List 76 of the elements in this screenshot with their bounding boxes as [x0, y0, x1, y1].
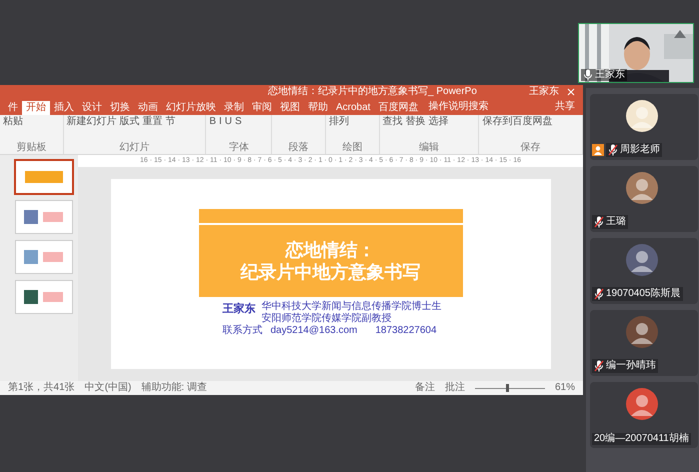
- ribbon-button[interactable]: U: [224, 116, 232, 128]
- affiliation-text: 安阳师范学院传媒学院副教授: [262, 313, 392, 324]
- slide-title: 恋地情结：: [286, 239, 376, 261]
- mic-icon: [583, 69, 593, 81]
- zoom-level: 61%: [554, 383, 575, 393]
- user-name: 王家东: [529, 87, 559, 97]
- ribbon-button[interactable]: 版式: [120, 116, 140, 128]
- ribbon-tab[interactable]: 动画: [134, 101, 162, 115]
- zoom-slider[interactable]: [474, 384, 545, 392]
- participant-name: 编一孙晴玮: [606, 361, 656, 371]
- contact-label: 联系方式: [222, 325, 262, 337]
- notes-button[interactable]: 备注: [414, 383, 435, 393]
- ribbon-tab[interactable]: 切换: [106, 101, 134, 115]
- ribbon-button[interactable]: 保存到百度网盘: [482, 116, 552, 128]
- group-label: 剪贴板: [15, 143, 48, 153]
- ribbon-button[interactable]: 查找: [382, 116, 403, 128]
- ribbon-tab[interactable]: 审阅: [248, 101, 276, 115]
- ribbon-tab[interactable]: Acrobat: [332, 101, 374, 115]
- avatar-icon: [626, 316, 658, 348]
- window-title: 恋地情结：纪录片中的地方意象书写_ PowerPo: [268, 87, 477, 97]
- participant-name: 20编—20070411胡楠: [594, 434, 689, 444]
- avatar-icon: [626, 388, 658, 420]
- close-icon[interactable]: [567, 88, 575, 96]
- slide-thumbnail[interactable]: [16, 241, 72, 273]
- participant-tile[interactable]: 编一孙晴玮: [590, 310, 698, 376]
- participant-tile[interactable]: 王璐: [590, 166, 698, 232]
- ribbon-button[interactable]: 节: [166, 116, 176, 128]
- group-label: 绘图: [341, 143, 364, 153]
- avatar-icon: [626, 100, 658, 132]
- search-field[interactable]: 操作说明搜索: [428, 102, 488, 112]
- participant-tile[interactable]: 周影老师: [590, 94, 698, 160]
- participant-tile[interactable]: 20编—20070411胡楠: [590, 382, 698, 448]
- comments-button[interactable]: 批注: [444, 383, 465, 393]
- participant-name: 19070405陈斯晨: [606, 289, 680, 299]
- ribbon-button[interactable]: 排列: [328, 116, 349, 128]
- ribbon-tab[interactable]: 视图: [276, 101, 304, 115]
- ribbon-button[interactable]: 选择: [428, 116, 449, 128]
- slide-title: 纪录片中地方意象书写: [240, 261, 420, 283]
- slide-thumbnail[interactable]: [16, 201, 72, 233]
- ribbon-tab[interactable]: 帮助: [304, 101, 332, 115]
- ribbon-button[interactable]: B: [209, 116, 216, 128]
- ribbon-tab[interactable]: 开始: [22, 101, 50, 115]
- ribbon-button[interactable]: I: [218, 116, 222, 128]
- participant-tile[interactable]: 19070405陈斯晨: [590, 238, 698, 304]
- ribbon-button[interactable]: S: [235, 116, 242, 128]
- ribbon-tab[interactable]: 录制: [220, 101, 248, 115]
- author-name: 王家东: [222, 302, 256, 317]
- participant-name: 王家东: [595, 70, 625, 80]
- group-label: 保存: [520, 143, 542, 153]
- affiliation-text: 华中科技大学新闻与信息传播学院博士生: [262, 301, 442, 312]
- ribbon-tab[interactable]: 百度网盘: [374, 101, 422, 115]
- participant-name: 周影老师: [620, 145, 660, 155]
- ribbon-tab[interactable]: 设计: [78, 101, 106, 115]
- ribbon-tab[interactable]: 插入: [50, 101, 78, 115]
- group-label: 段落: [288, 143, 310, 153]
- group-label: 编辑: [418, 143, 440, 153]
- phone-text: 18738227604: [375, 325, 437, 337]
- slide-thumbnail[interactable]: [16, 161, 72, 193]
- participant-name: 王璐: [606, 217, 626, 227]
- ribbon-button[interactable]: 重置: [142, 116, 163, 128]
- ribbon-button[interactable]: 粘贴: [3, 116, 23, 128]
- slide-thumbnail[interactable]: [16, 281, 72, 313]
- email-text: day5214@163.com: [270, 325, 358, 337]
- language-label: 中文(中国): [84, 383, 132, 393]
- share-button[interactable]: 共享: [555, 102, 575, 112]
- ribbon-button[interactable]: 替换: [406, 116, 426, 128]
- avatar-icon: [626, 244, 658, 276]
- avatar-icon: [626, 172, 658, 204]
- accessibility-label[interactable]: 辅助功能: 调查: [141, 383, 207, 393]
- ribbon-tab[interactable]: 件: [4, 101, 22, 115]
- slide-count: 第1张，共41张: [8, 383, 75, 393]
- group-label: 字体: [228, 143, 250, 153]
- zoom-thumb[interactable]: [506, 384, 510, 392]
- group-label: 幻灯片: [118, 143, 150, 153]
- ribbon-button[interactable]: 新建幻灯片: [66, 116, 117, 128]
- ribbon-tab[interactable]: 幻灯片放映: [162, 101, 220, 115]
